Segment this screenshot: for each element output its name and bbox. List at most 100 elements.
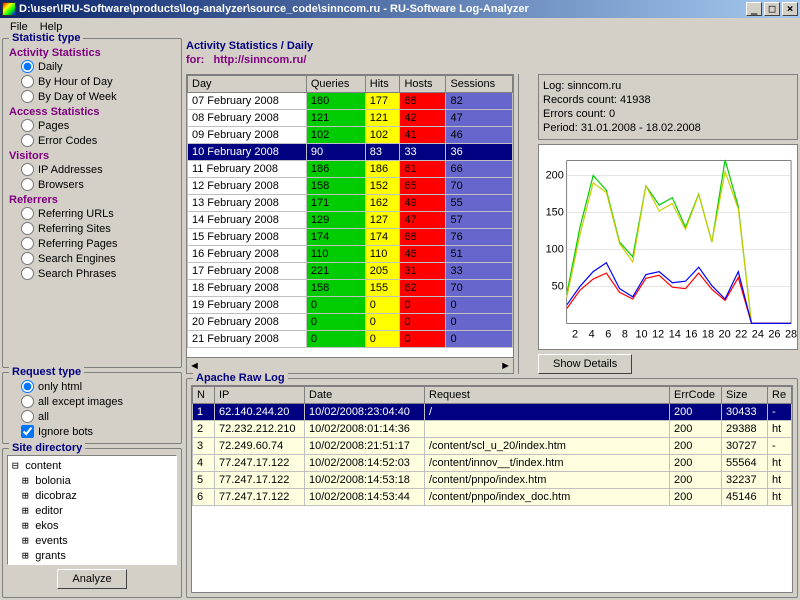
radio-allexcept[interactable]: all except images bbox=[7, 394, 177, 409]
close-button[interactable]: × bbox=[782, 2, 798, 16]
show-details-button[interactable]: Show Details bbox=[538, 354, 632, 374]
table-row[interactable]: 07 February 20081801776882 bbox=[188, 93, 513, 110]
col-header[interactable]: Day bbox=[188, 76, 307, 93]
hscroll[interactable]: ◄► bbox=[187, 357, 513, 373]
table-row[interactable]: 21 February 20080000 bbox=[188, 331, 513, 348]
svg-text:28: 28 bbox=[785, 328, 797, 340]
radio-browsers[interactable]: Browsers bbox=[7, 177, 177, 192]
svg-text:6: 6 bbox=[605, 328, 611, 340]
radio-refpages[interactable]: Referring Pages bbox=[7, 236, 177, 251]
stats-table-wrap: DayQueriesHitsHostsSessions 07 February … bbox=[186, 74, 514, 374]
col-header[interactable]: ErrCode bbox=[670, 387, 722, 404]
radio-dow[interactable]: By Day of Week bbox=[7, 89, 177, 104]
col-header[interactable]: IP bbox=[215, 387, 305, 404]
col-header[interactable]: Size bbox=[722, 387, 768, 404]
radio-onlyhtml[interactable]: only html bbox=[7, 379, 177, 394]
stats-table[interactable]: DayQueriesHitsHostsSessions 07 February … bbox=[187, 75, 513, 348]
cat-visitors: Visitors bbox=[7, 148, 177, 162]
radio-refurls[interactable]: Referring URLs bbox=[7, 206, 177, 221]
col-header[interactable]: Queries bbox=[306, 76, 365, 93]
svg-text:22: 22 bbox=[735, 328, 747, 340]
tree-item[interactable]: dicobraz bbox=[10, 488, 174, 503]
log-info-box: Log: sinncom.ru Records count: 41938 Err… bbox=[538, 74, 798, 140]
cat-referrers: Referrers bbox=[7, 192, 177, 206]
table-row[interactable]: 272.232.212.21010/02/2008:01:14:36200293… bbox=[193, 421, 792, 438]
raw-log-group: Apache Raw Log NIPDateRequestErrCodeSize… bbox=[186, 378, 798, 598]
cat-activity: Activity Statistics bbox=[7, 45, 177, 59]
maximize-button[interactable]: □ bbox=[764, 2, 780, 16]
table-row[interactable]: 18 February 20081581556270 bbox=[188, 280, 513, 297]
table-row[interactable]: 10 February 200890833336 bbox=[188, 144, 513, 161]
info-period: Period: 31.01.2008 - 18.02.2008 bbox=[543, 121, 793, 135]
svg-text:100: 100 bbox=[546, 243, 564, 255]
col-header[interactable]: Sessions bbox=[446, 76, 513, 93]
table-row[interactable]: 14 February 20081291274757 bbox=[188, 212, 513, 229]
radio-daily[interactable]: Daily bbox=[7, 59, 177, 74]
col-header[interactable]: Request bbox=[425, 387, 670, 404]
svg-text:10: 10 bbox=[635, 328, 647, 340]
col-header[interactable]: Date bbox=[305, 387, 425, 404]
check-ignorebots[interactable]: Ignore bots bbox=[7, 424, 177, 439]
col-header[interactable]: Re bbox=[768, 387, 792, 404]
radio-engines[interactable]: Search Engines bbox=[7, 251, 177, 266]
group-title-raw: Apache Raw Log bbox=[193, 372, 288, 384]
tree-item[interactable]: bolonia bbox=[10, 473, 174, 488]
table-row[interactable]: 17 February 20082212053133 bbox=[188, 263, 513, 280]
tree-root[interactable]: content bbox=[10, 458, 174, 473]
radio-refsites[interactable]: Referring Sites bbox=[7, 221, 177, 236]
col-header[interactable]: Hits bbox=[365, 76, 400, 93]
tree-item[interactable]: grants bbox=[10, 548, 174, 563]
table-row[interactable]: 577.247.17.12210/02/2008:14:53:18/conten… bbox=[193, 472, 792, 489]
svg-text:150: 150 bbox=[546, 206, 564, 218]
chart: 50100150200246810121416182022242628 bbox=[538, 144, 798, 350]
section-title: Activity Statistics / Daily bbox=[186, 38, 798, 54]
table-row[interactable]: 16 February 20081101104651 bbox=[188, 246, 513, 263]
tree-item[interactable]: ekos bbox=[10, 518, 174, 533]
menubar: File Help bbox=[0, 18, 800, 36]
svg-text:50: 50 bbox=[552, 280, 564, 292]
table-row[interactable]: 09 February 20081021024146 bbox=[188, 127, 513, 144]
radio-all[interactable]: all bbox=[7, 409, 177, 424]
col-header[interactable]: N bbox=[193, 387, 215, 404]
table-row[interactable]: 11 February 20081861866166 bbox=[188, 161, 513, 178]
radio-errcodes[interactable]: Error Codes bbox=[7, 133, 177, 148]
analyze-button[interactable]: Analyze bbox=[57, 569, 126, 589]
svg-text:4: 4 bbox=[589, 328, 595, 340]
statistic-type-group: Statistic type Activity Statistics Daily… bbox=[2, 38, 182, 368]
vscroll-stats[interactable] bbox=[518, 74, 534, 374]
table-row[interactable]: 08 February 20081211214247 bbox=[188, 110, 513, 127]
svg-text:2: 2 bbox=[572, 328, 578, 340]
tree-item[interactable]: events bbox=[10, 533, 174, 548]
directory-tree[interactable]: content boloniadicobrazeditorekoseventsg… bbox=[7, 455, 177, 565]
table-row[interactable]: 12 February 20081581526570 bbox=[188, 178, 513, 195]
table-row[interactable]: 15 February 20081741746876 bbox=[188, 229, 513, 246]
table-row[interactable]: 20 February 20080000 bbox=[188, 314, 513, 331]
group-title-stat: Statistic type bbox=[9, 32, 83, 44]
table-row[interactable]: 162.140.244.2010/02/2008:23:04:40/200304… bbox=[193, 404, 792, 421]
group-title-dir: Site directory bbox=[9, 442, 85, 454]
svg-text:8: 8 bbox=[622, 328, 628, 340]
radio-phrases[interactable]: Search Phrases bbox=[7, 266, 177, 281]
titlebar: D:\user\!RU-Software\products\log-analyz… bbox=[0, 0, 800, 18]
svg-text:20: 20 bbox=[719, 328, 731, 340]
svg-text:26: 26 bbox=[768, 328, 780, 340]
info-errors: Errors count: 0 bbox=[543, 107, 793, 121]
table-row[interactable]: 372.249.60.7410/02/2008:21:51:17/content… bbox=[193, 438, 792, 455]
tree-item[interactable]: editor bbox=[10, 503, 174, 518]
radio-ip[interactable]: IP Addresses bbox=[7, 162, 177, 177]
section-sub: for: http://sinncom.ru/ bbox=[186, 54, 798, 70]
minimize-button[interactable]: _ bbox=[746, 2, 762, 16]
rawlog-table[interactable]: NIPDateRequestErrCodeSizeRe 162.140.244.… bbox=[192, 386, 792, 506]
table-row[interactable]: 13 February 20081711624955 bbox=[188, 195, 513, 212]
radio-hour[interactable]: By Hour of Day bbox=[7, 74, 177, 89]
svg-text:18: 18 bbox=[702, 328, 714, 340]
radio-pages[interactable]: Pages bbox=[7, 118, 177, 133]
site-url: http://sinncom.ru/ bbox=[214, 54, 307, 66]
table-row[interactable]: 19 February 20080000 bbox=[188, 297, 513, 314]
window-title: D:\user\!RU-Software\products\log-analyz… bbox=[19, 3, 744, 15]
col-header[interactable]: Hosts bbox=[400, 76, 446, 93]
request-type-group: Request type only html all except images… bbox=[2, 372, 182, 444]
table-row[interactable]: 677.247.17.12210/02/2008:14:53:44/conten… bbox=[193, 489, 792, 506]
info-log: Log: sinncom.ru bbox=[543, 79, 793, 93]
table-row[interactable]: 477.247.17.12210/02/2008:14:52:03/conten… bbox=[193, 455, 792, 472]
